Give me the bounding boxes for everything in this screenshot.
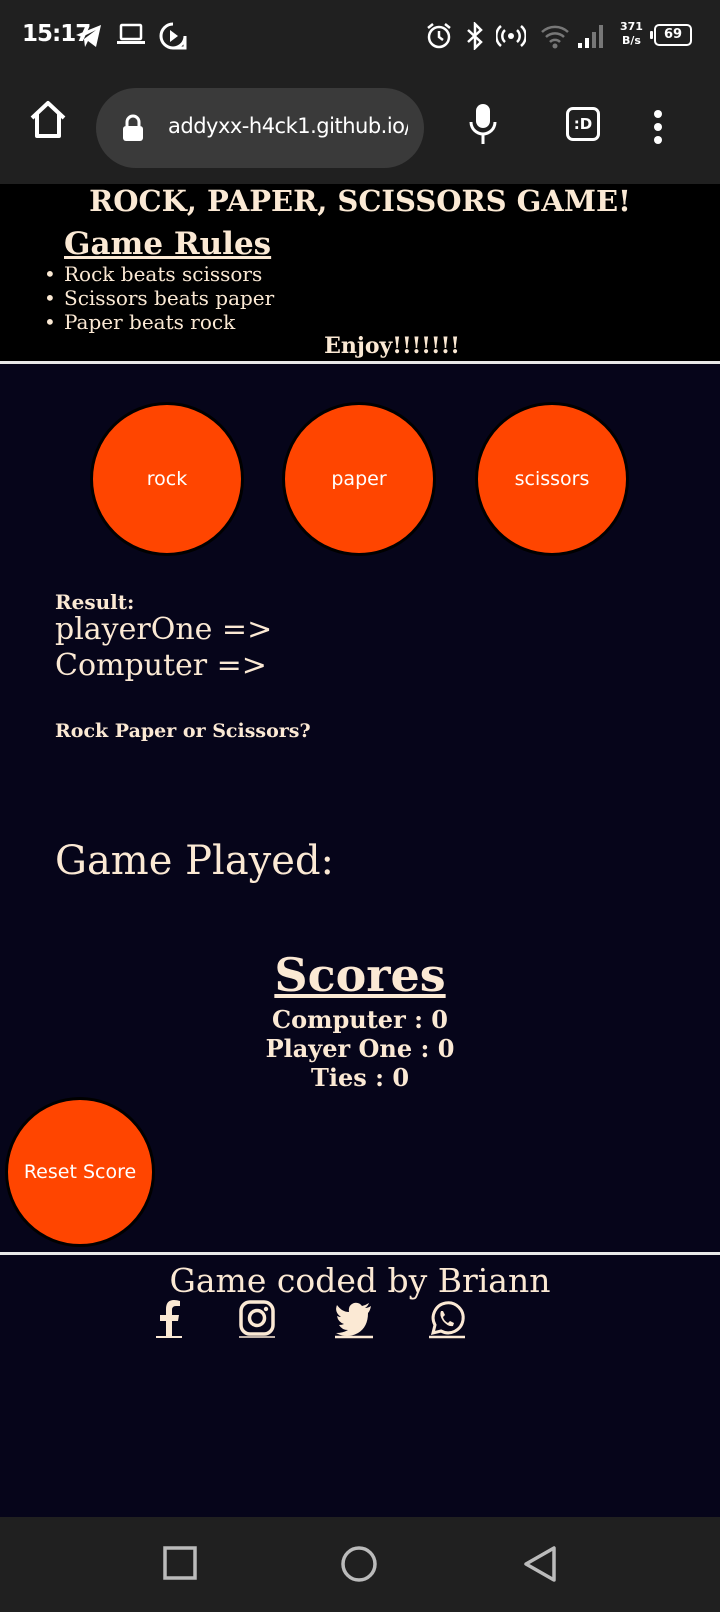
recents-icon[interactable] [162, 1545, 198, 1581]
instagram-icon[interactable] [238, 1299, 276, 1339]
ties-score: Ties : 0 [310, 1063, 410, 1092]
home-icon[interactable] [26, 98, 70, 142]
paper-button[interactable]: paper [282, 402, 436, 556]
hotspot-icon [496, 25, 526, 47]
rule-item: Paper beats rock [44, 310, 274, 334]
whatsapp-icon[interactable] [428, 1299, 466, 1339]
footer-credit: Game coded by Briann [169, 1261, 551, 1300]
browser-toolbar: addyxx-h4ck1.github.io/RPCga :D [0, 72, 720, 184]
computer-score: Computer : 0 [271, 1005, 448, 1034]
bluetooth-icon [467, 22, 483, 50]
scissors-button[interactable]: scissors [475, 402, 629, 556]
rules-list: Rock beats scissors Scissors beats paper… [44, 262, 274, 334]
back-icon[interactable] [522, 1545, 558, 1583]
facebook-icon[interactable] [154, 1299, 184, 1339]
rock-button[interactable]: rock [90, 402, 244, 556]
game-header: ROCK, PAPER, SCISSORS GAME! Game Rules R… [0, 184, 720, 364]
network-speed: 371 B/s [620, 20, 643, 47]
scores-heading: Scores [274, 948, 446, 1002]
url-text[interactable]: addyxx-h4ck1.github.io/RPCga [168, 114, 408, 138]
rule-item: Rock beats scissors [44, 262, 274, 286]
signal-icon [578, 25, 603, 48]
reset-score-button[interactable]: Reset Score [5, 1097, 155, 1247]
alarm-icon [427, 23, 451, 49]
wifi-icon [541, 25, 569, 49]
footer: Game coded by Briann [0, 1252, 720, 1517]
battery-indicator: 69 [650, 24, 692, 46]
enjoy-text: Enjoy!!!!!!! [324, 333, 460, 359]
rule-item: Scissors beats paper [44, 286, 274, 310]
laptop-icon [117, 23, 145, 44]
game-played-label: Game Played: [55, 838, 335, 884]
microphone-icon[interactable] [468, 102, 498, 146]
address-bar[interactable]: addyxx-h4ck1.github.io/RPCga [96, 88, 424, 168]
choice-prompt: Rock Paper or Scissors? [55, 720, 311, 742]
player-score: Player One : 0 [265, 1034, 455, 1063]
more-menu-icon[interactable] [652, 108, 664, 148]
page-title: ROCK, PAPER, SCISSORS GAME! [89, 184, 631, 218]
computer-result: Computer => [55, 648, 267, 683]
lock-icon[interactable] [120, 114, 146, 142]
status-bar: 15:17 371 B/s 69 [0, 0, 720, 72]
system-nav-bar [0, 1517, 720, 1612]
play-icon [159, 22, 187, 50]
tab-switcher-button[interactable]: :D [566, 107, 600, 141]
rules-heading: Game Rules [64, 226, 272, 262]
home-nav-icon[interactable] [340, 1545, 378, 1583]
player-result: playerOne => [55, 612, 273, 647]
result-label: Result: [55, 590, 135, 614]
twitter-icon[interactable] [334, 1299, 374, 1339]
telegram-icon [76, 25, 101, 47]
